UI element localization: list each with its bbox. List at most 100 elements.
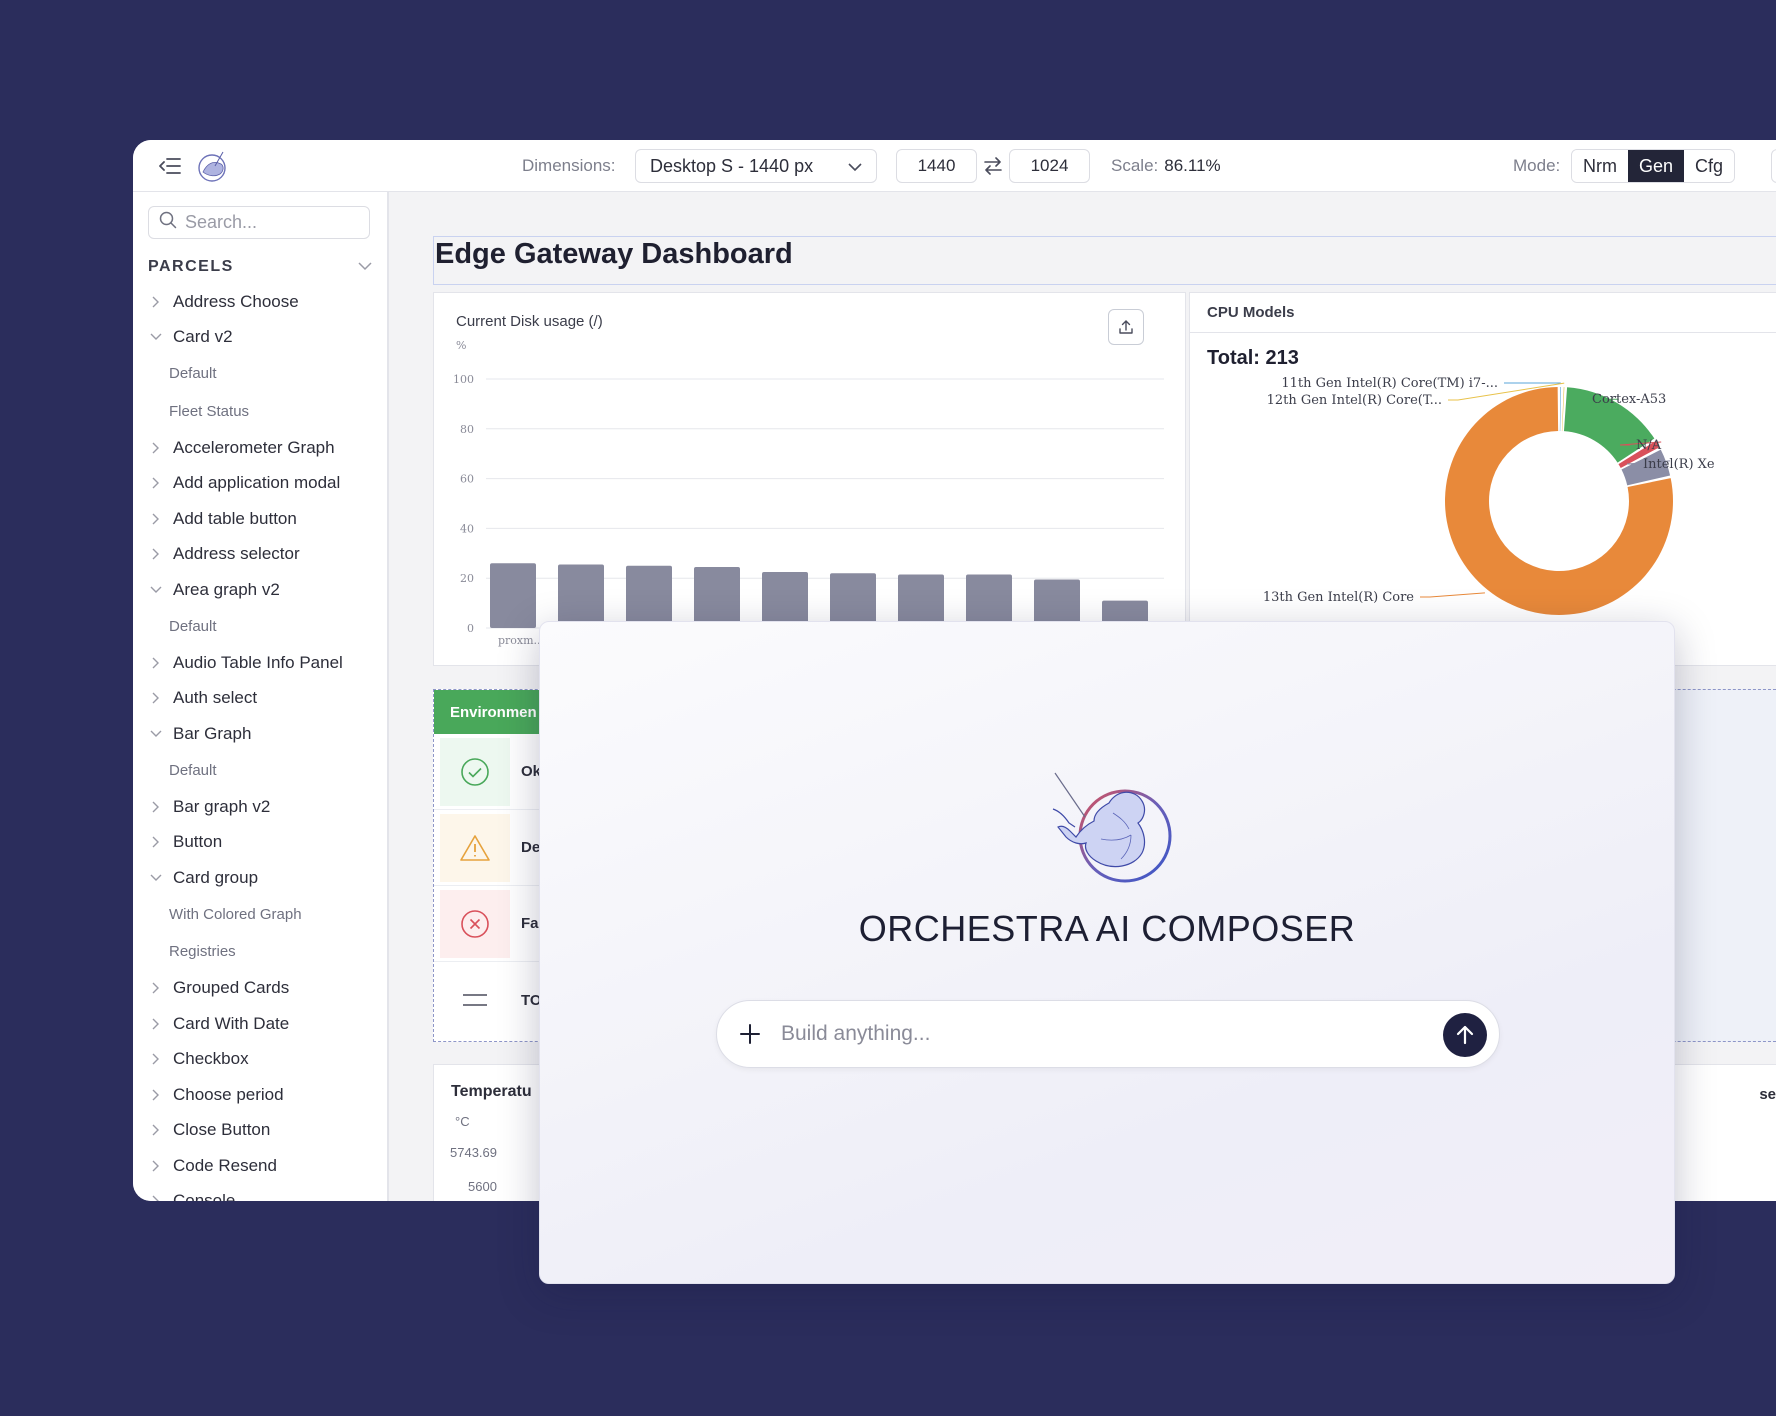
sidebar-item[interactable]: Address Choose (133, 284, 389, 320)
swap-dimensions-icon[interactable] (983, 140, 1005, 192)
sidebar-item[interactable]: Add table button (133, 501, 389, 537)
sidebar-item-label: Card v2 (173, 327, 233, 347)
parcels-section-header[interactable]: PARCELS (148, 258, 372, 276)
ai-composer-modal: ORCHESTRA AI COMPOSER (539, 621, 1675, 1284)
sidebar-item-label: Add application modal (173, 473, 341, 493)
card-title: Environmen (434, 690, 552, 734)
composer-title: ORCHESTRA AI COMPOSER (858, 908, 1356, 949)
sidebar-item-label: Bar Graph (173, 723, 252, 743)
chevron-right-icon (149, 548, 163, 560)
width-input[interactable]: 1440 (896, 149, 977, 183)
sidebar-item[interactable]: Grouped Cards (133, 971, 389, 1007)
sidebar-subitem[interactable]: With Colored Graph (133, 896, 389, 934)
sidebar-subitem-label: Default (169, 365, 217, 383)
bar (490, 563, 536, 628)
toolbar-extra-button[interactable] (1771, 149, 1776, 183)
sidebar-item[interactable]: Add application modal (133, 466, 389, 502)
arrow-up-icon (1456, 1025, 1474, 1045)
height-input[interactable]: 1024 (1009, 149, 1090, 183)
scale-readout: Scale: 86.11% (1111, 140, 1221, 192)
sidebar-subitem[interactable]: Fleet Status (133, 393, 389, 431)
status-row-ok: Ok (434, 734, 552, 810)
sidebar-item[interactable]: Close Button (133, 1113, 389, 1149)
mode-generate-button[interactable]: Gen (1628, 150, 1685, 182)
sidebar-item-label: Checkbox (173, 1049, 249, 1069)
chevron-right-icon (149, 692, 163, 704)
sidebar-item[interactable]: Bar Graph (133, 716, 389, 752)
search-input[interactable]: Search... (185, 212, 257, 233)
sidebar-item[interactable]: Audio Table Info Panel (133, 645, 389, 681)
sidebar-item[interactable]: Card group (133, 860, 389, 896)
sidebar-item-label: Accelerometer Graph (173, 437, 335, 457)
plus-icon[interactable] (735, 1019, 765, 1049)
sidebar-subitem[interactable]: Registries (133, 933, 389, 971)
sidebar-subitem-label: Default (169, 617, 217, 635)
sidebar-item-label: Code Resend (173, 1155, 277, 1175)
mode-label: Mode: (1513, 156, 1561, 175)
sidebar-subitem[interactable]: Default (133, 355, 389, 393)
bar (966, 574, 1012, 628)
prompt-input[interactable] (781, 1014, 1361, 1054)
collapse-menu-icon[interactable] (159, 140, 183, 192)
sidebar-item-label: Close Button (173, 1120, 271, 1140)
sidebar-subitem-label: With Colored Graph (169, 905, 302, 923)
sidebar-item-label: Bar graph v2 (173, 796, 271, 816)
chevron-right-icon (149, 801, 163, 813)
sidebar-item[interactable]: Auth select (133, 681, 389, 717)
y-axis-unit: % (456, 339, 466, 352)
sidebar-item[interactable]: Area graph v2 (133, 572, 389, 608)
chevron-right-icon (149, 1124, 163, 1136)
chevron-right-icon (149, 836, 163, 848)
sidebar-subitem-label: Fleet Status (169, 402, 250, 420)
sidebar-item[interactable]: Address selector (133, 537, 389, 573)
sidebar-item[interactable]: Console (133, 1184, 389, 1201)
sidebar-item[interactable]: Code Resend (133, 1148, 389, 1184)
check-circle-icon (440, 737, 510, 806)
mode-normal-button[interactable]: Nrm (1572, 150, 1628, 182)
y-tick-label: 20 (460, 572, 474, 585)
bar (558, 564, 604, 628)
sidebar: Search... PARCELS Address Choose Card v2 D… (133, 192, 389, 1201)
chevron-down-icon (149, 730, 163, 738)
chevron-down-icon (358, 258, 372, 276)
mode-toggle-group: Nrm Gen Cfg (1571, 149, 1736, 183)
sidebar-item[interactable]: Card v2 (133, 320, 389, 356)
sidebar-subitem[interactable]: Default (133, 752, 389, 790)
temperature-card: Temperatu °C 5743.69 5600 (433, 1064, 553, 1201)
sidebar-item-label: Audio Table Info Panel (173, 652, 343, 672)
sidebar-item-label: Card With Date (173, 1013, 290, 1033)
disk-usage-bar-chart: % 0 20 40 60 80 100 proxm... (453, 339, 1164, 647)
sidebar-search[interactable]: Search... (148, 206, 370, 239)
send-button[interactable] (1443, 1013, 1487, 1057)
prompt-bar (716, 1000, 1500, 1068)
sidebar-item[interactable]: Accelerometer Graph (133, 430, 389, 466)
slice-label: N/A (1636, 438, 1662, 453)
sidebar-item[interactable]: Checkbox (133, 1042, 389, 1078)
scale-label: Scale: (1111, 156, 1159, 175)
scale-value: 86.11% (1164, 156, 1221, 175)
bar (626, 565, 672, 628)
sidebar-item-label: Area graph v2 (173, 579, 280, 599)
slice-label: 11th Gen Intel(R) Core(TM) i7-... (1281, 376, 1498, 391)
chevron-down-icon (149, 333, 163, 341)
y-tick-label: 80 (460, 423, 474, 436)
sidebar-item-label: Choose period (173, 1084, 284, 1104)
warning-icon (440, 813, 510, 882)
mode-config-button[interactable]: Cfg (1684, 150, 1735, 182)
sidebar-item-label: Add table button (173, 508, 297, 528)
sidebar-subitem[interactable]: Default (133, 608, 389, 646)
dimensions-select[interactable]: Desktop S - 1440 px (635, 149, 877, 183)
sidebar-item-label: Address selector (173, 544, 300, 564)
sidebar-item-label: Card group (173, 867, 259, 887)
x-tick-label: proxm... (498, 634, 544, 647)
sidebar-item-label: Auth select (173, 688, 258, 708)
sidebar-item[interactable]: Card With Date (133, 1006, 389, 1042)
slice-label: Intel(R) Xe (1643, 457, 1715, 472)
sidebar-item[interactable]: Button (133, 825, 389, 861)
sidebar-item[interactable]: Choose period (133, 1077, 389, 1113)
sidebar-item[interactable]: Bar graph v2 (133, 789, 389, 825)
donut-slice (1561, 387, 1565, 432)
card-title: se (1759, 1086, 1776, 1103)
orchestra-logo-icon[interactable] (193, 140, 237, 192)
y-tick-label: 40 (460, 522, 474, 535)
